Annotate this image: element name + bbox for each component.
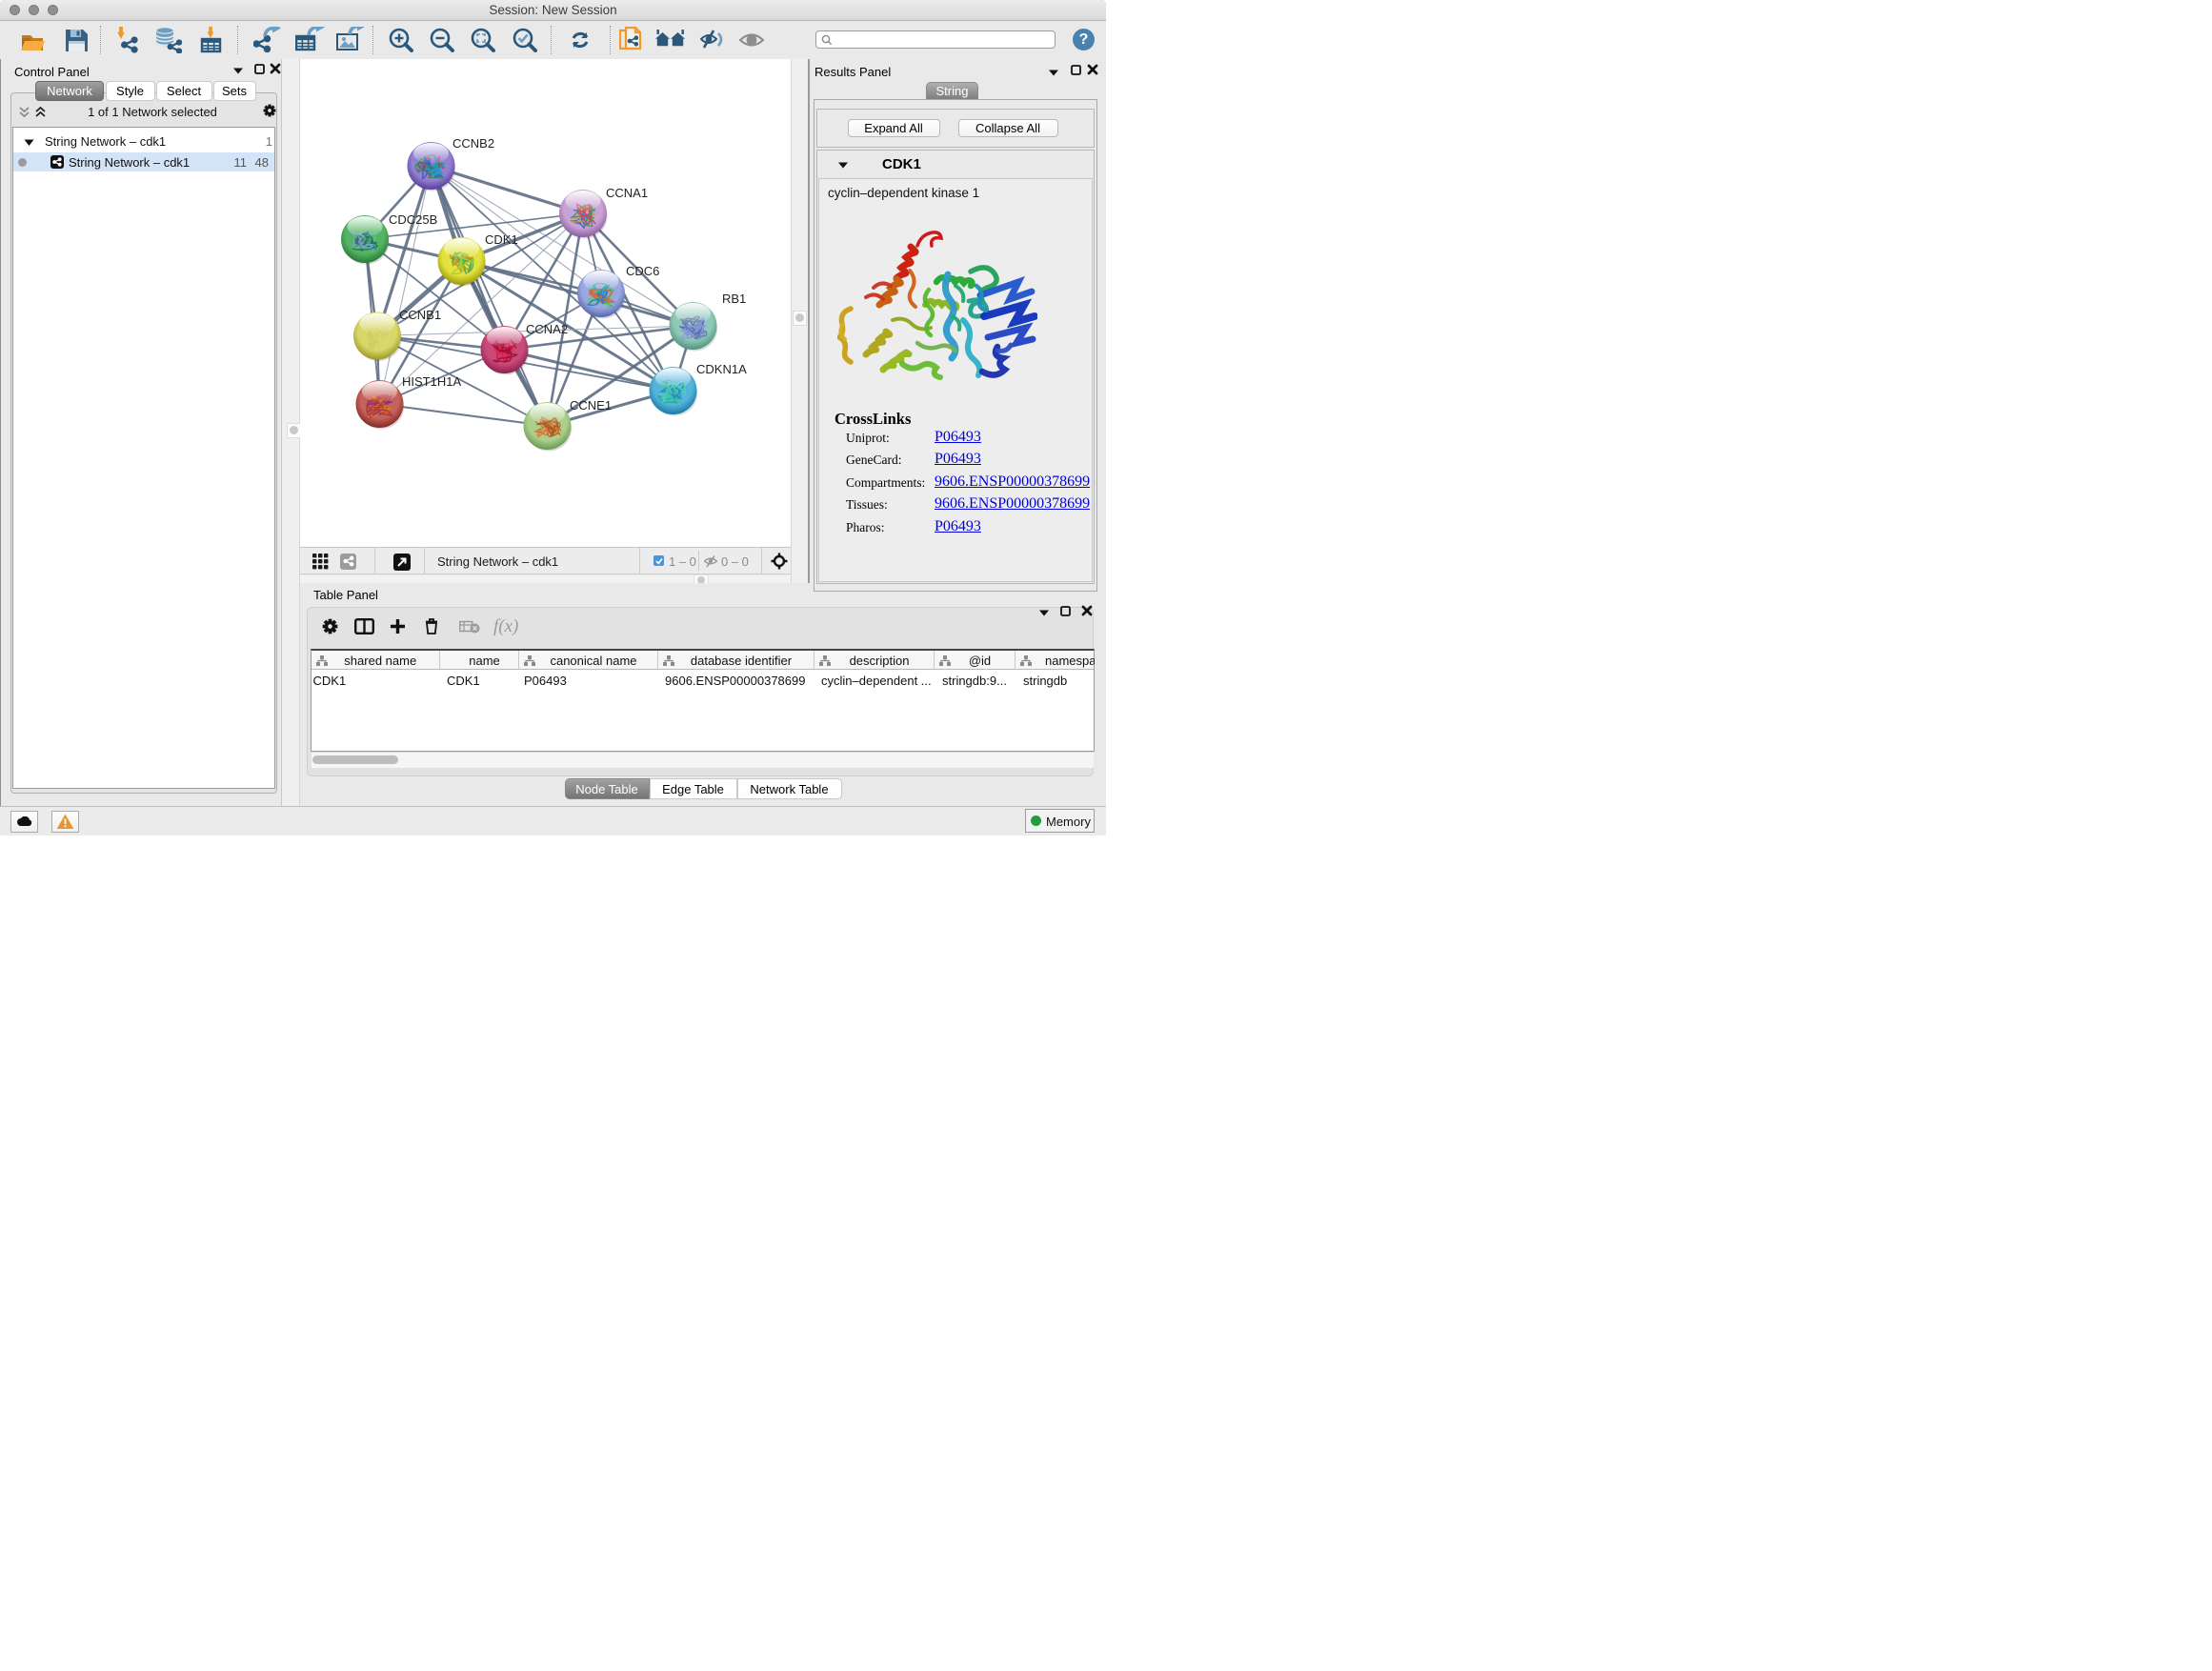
svg-text:CCNB1: CCNB1 [399, 308, 441, 322]
svg-text:CDC6: CDC6 [626, 264, 659, 278]
svg-text:CCNE1: CCNE1 [570, 398, 612, 413]
svg-text:CCNA2: CCNA2 [526, 322, 568, 336]
svg-text:CDC25B: CDC25B [389, 212, 437, 227]
svg-text:CDK1: CDK1 [485, 232, 518, 247]
svg-text:RB1: RB1 [722, 292, 746, 306]
svg-text:CCNB2: CCNB2 [452, 136, 494, 151]
svg-text:HIST1H1A: HIST1H1A [402, 374, 461, 389]
svg-text:CDKN1A: CDKN1A [696, 362, 747, 376]
svg-text:CCNA1: CCNA1 [606, 186, 648, 200]
